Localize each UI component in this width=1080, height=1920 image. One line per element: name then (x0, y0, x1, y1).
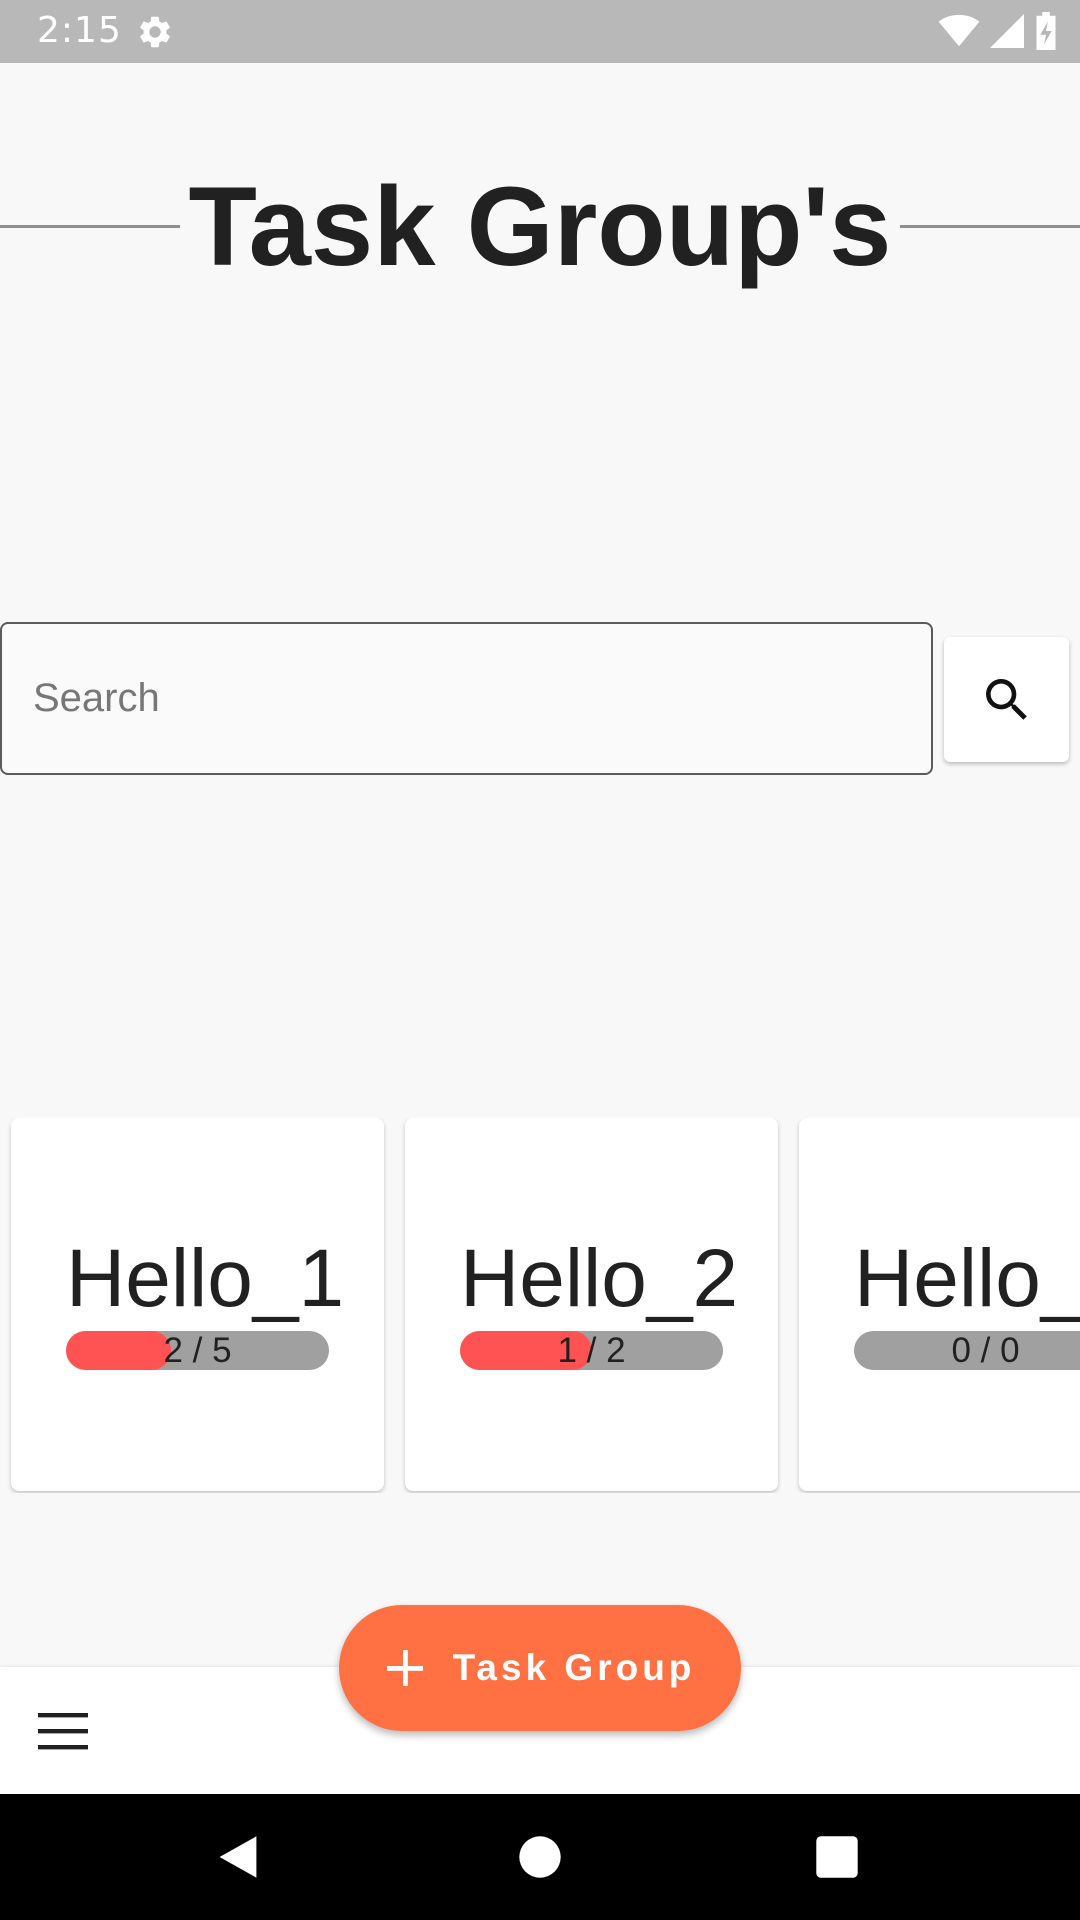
settings-gear-icon (140, 16, 170, 48)
search-input[interactable] (2, 624, 931, 773)
page-header: Task Group's (0, 160, 1080, 294)
plus-icon (386, 1650, 423, 1686)
system-nav-bar (0, 1794, 1080, 1920)
title-divider-left (0, 225, 180, 228)
hamburger-menu-icon[interactable] (38, 1711, 88, 1751)
battery-charging-icon (1036, 12, 1056, 50)
task-group-name: Hello_2 (460, 1233, 739, 1324)
task-group-name: Hello_1 (66, 1233, 345, 1324)
home-icon[interactable] (517, 1834, 563, 1880)
task-progress-bar: 2 / 5 (66, 1331, 329, 1370)
task-progress-label: 1 / 2 (557, 1331, 626, 1370)
back-icon[interactable] (215, 1834, 261, 1880)
search-field[interactable] (0, 622, 933, 775)
task-group-card[interactable]: Hello_3 0 / 0 (799, 1118, 1080, 1491)
title-divider-right (900, 225, 1080, 228)
add-task-group-label: Task Group (452, 1647, 696, 1688)
cell-signal-icon (990, 14, 1024, 48)
task-group-name: Hello_3 (854, 1233, 1080, 1324)
add-task-group-button[interactable]: Task Group (339, 1605, 741, 1731)
task-group-list[interactable]: Hello_1 2 / 5 Hello_2 1 / 2 Hello_3 0 / … (0, 1118, 1080, 1493)
status-bar: 2:15 (0, 0, 1080, 63)
page-title: Task Group's (188, 164, 892, 289)
recents-icon[interactable] (814, 1834, 860, 1880)
task-progress-label: 2 / 5 (163, 1331, 232, 1370)
status-icons (938, 12, 1058, 50)
status-time: 2:15 (37, 10, 122, 51)
task-progress-bar: 1 / 2 (460, 1331, 723, 1370)
task-progress-bar: 0 / 0 (854, 1331, 1080, 1370)
search-icon (985, 678, 1027, 720)
wifi-icon (938, 14, 980, 47)
task-progress-label: 0 / 0 (951, 1331, 1020, 1370)
search-button[interactable] (944, 637, 1069, 762)
task-group-card[interactable]: Hello_2 1 / 2 (405, 1118, 778, 1491)
task-group-card[interactable]: Hello_1 2 / 5 (11, 1118, 384, 1491)
